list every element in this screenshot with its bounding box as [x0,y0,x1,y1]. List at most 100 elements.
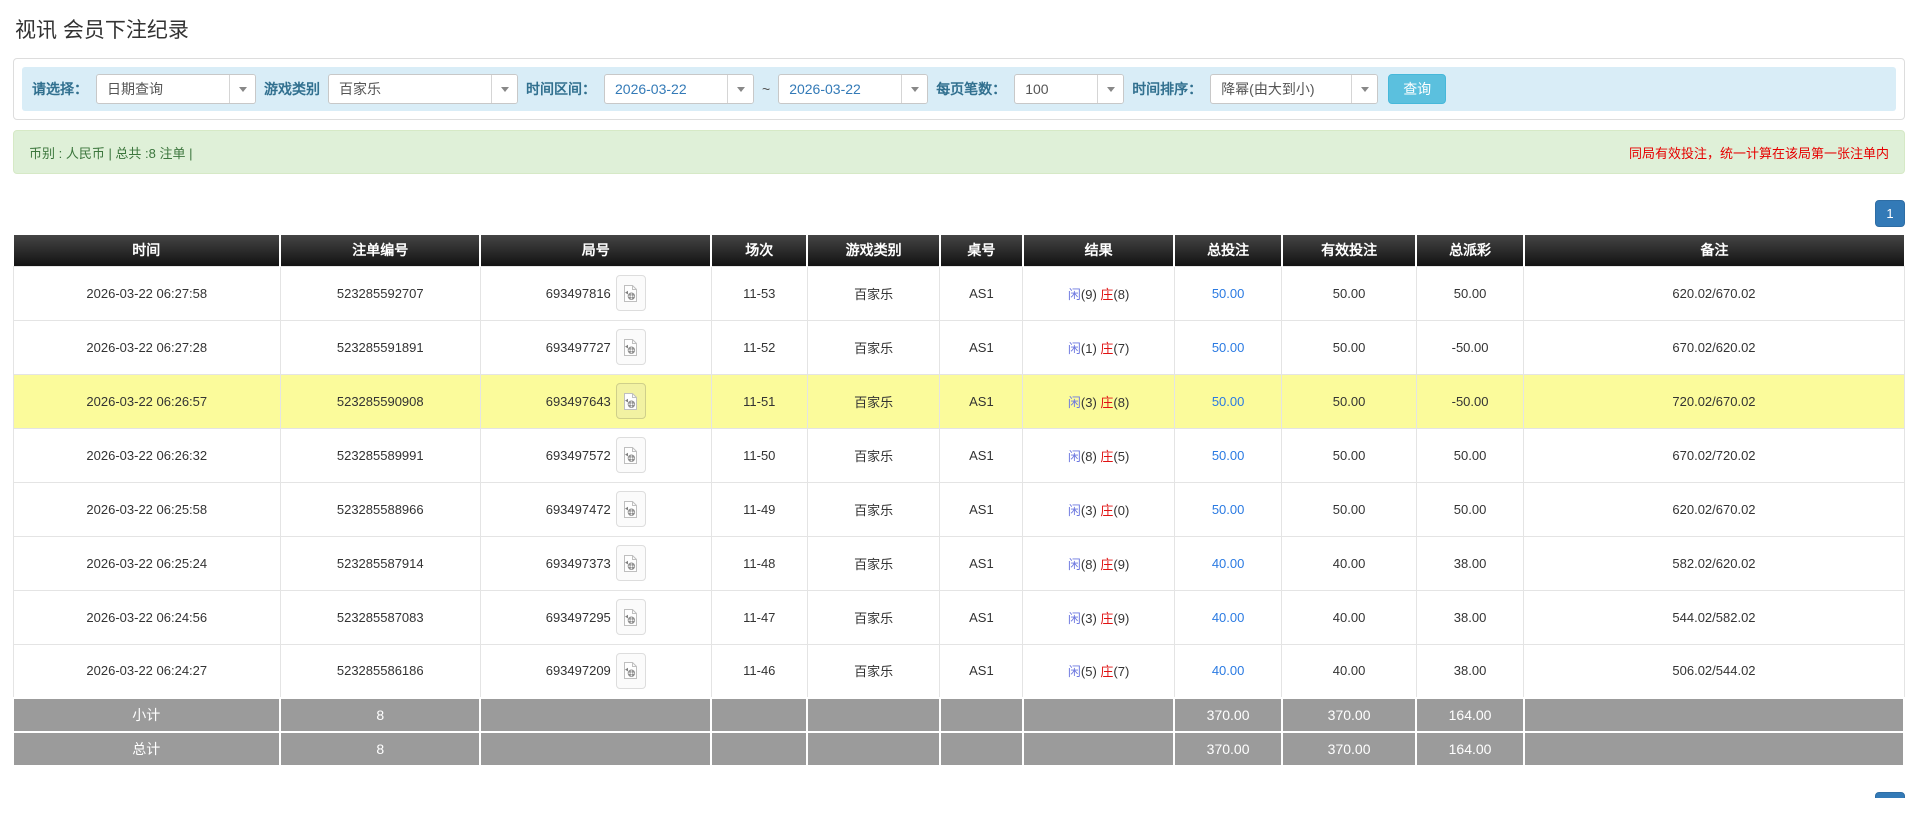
cell-total-payout: 38.00 [1416,644,1524,698]
subtotal-row-result [1023,698,1174,732]
column-header-session: 场次 [711,235,807,266]
round-id-wrap: 693497727 [481,321,711,374]
video-record-button[interactable] [616,545,646,581]
video-record-button[interactable] [616,437,646,473]
banker-result: 庄 [1100,449,1113,464]
subtotal-row-table-no [940,698,1023,732]
total-bet-link[interactable]: 50.00 [1212,448,1245,463]
cell-total-payout: -50.00 [1416,320,1524,374]
total-bet-link[interactable]: 40.00 [1212,663,1245,678]
cell-session: 11-48 [711,536,807,590]
cell-total-payout: 38.00 [1416,590,1524,644]
column-header-valid-bet: 有效投注 [1282,235,1416,266]
total-bet-link[interactable]: 50.00 [1212,502,1245,517]
cell-table-no: AS1 [940,320,1023,374]
round-id-value: 693497572 [546,448,611,463]
round-id-value: 693497472 [546,502,611,517]
round-id-value: 693497295 [546,610,611,625]
total-bet-link[interactable]: 50.00 [1212,286,1245,301]
video-record-icon [623,446,638,465]
cell-result: 闲(9) 庄(8) [1023,266,1174,320]
cell-bet-id: 523285587083 [280,590,480,644]
cell-total-payout: 38.00 [1416,536,1524,590]
total-bet-link[interactable]: 50.00 [1212,340,1245,355]
grand-total-row-game-type [807,732,939,766]
column-header-time: 时间 [14,235,281,266]
cell-total-payout: -50.00 [1416,374,1524,428]
cell-game-type: 百家乐 [807,482,939,536]
date-from-select[interactable]: 2026-03-22 [604,74,754,104]
grand-total-row: 总计8370.00370.00164.00 [14,732,1905,766]
page-button-1[interactable]: 1 [1875,200,1905,227]
cell-game-type: 百家乐 [807,644,939,698]
cell-time: 2026-03-22 06:27:58 [14,266,281,320]
grand-total-row-session [711,732,807,766]
video-record-button[interactable] [616,491,646,527]
table-row: 2026-03-22 06:27:58523285592707693497816… [14,266,1905,320]
table-row: 2026-03-22 06:26:57523285590908693497643… [14,374,1905,428]
grand-total-row-table-no [940,732,1023,766]
table-row: 2026-03-22 06:25:58523285588966693497472… [14,482,1905,536]
player-points: (8) [1081,449,1101,464]
grand-total-row-time: 总计 [14,732,281,766]
round-id-value: 693497727 [546,340,611,355]
video-record-icon [623,338,638,357]
player-points: (1) [1081,341,1101,356]
sort-order-select[interactable]: 降幂(由大到小) [1210,74,1378,104]
cell-round-id: 693497727 [480,320,711,374]
player-result: 闲 [1068,341,1081,356]
video-record-button[interactable] [616,383,646,419]
video-record-button[interactable] [616,275,646,311]
cell-round-id: 693497209 [480,644,711,698]
banker-result: 庄 [1100,503,1113,518]
page-size-select[interactable]: 100 [1014,74,1124,104]
cell-table-no: AS1 [940,644,1023,698]
video-record-button[interactable] [616,329,646,365]
cell-session: 11-52 [711,320,807,374]
column-header-result: 结果 [1023,235,1174,266]
cell-remark: 544.02/582.02 [1524,590,1904,644]
column-header-total-bet: 总投注 [1174,235,1282,266]
summary-note: 同局有效投注，统一计算在该局第一张注单内 [1629,143,1889,162]
subtotal-row: 小计8370.00370.00164.00 [14,698,1905,732]
game-type-select[interactable]: 百家乐 [328,74,518,104]
subtotal-row-bet-id: 8 [280,698,480,732]
query-type-select[interactable]: 日期查询 [96,74,256,104]
player-points: (5) [1081,664,1101,679]
cell-table-no: AS1 [940,482,1023,536]
cell-bet-id: 523285590908 [280,374,480,428]
cell-remark: 670.02/620.02 [1524,320,1904,374]
cell-bet-id: 523285589991 [280,428,480,482]
cell-total-bet: 50.00 [1174,482,1282,536]
player-points: (9) [1081,287,1101,302]
query-button[interactable]: 查询 [1388,74,1446,104]
query-type-label: 请选择： [32,79,88,99]
video-record-button[interactable] [616,653,646,689]
chevron-down-icon [727,75,753,103]
filter-bar: 请选择： 日期查询 游戏类别 百家乐 时间区间： 2026-03-22 ~ 20… [22,67,1896,111]
total-bet-link[interactable]: 50.00 [1212,394,1245,409]
cell-table-no: AS1 [940,590,1023,644]
page-button-1-bottom[interactable]: 1 [1875,792,1905,798]
cell-game-type: 百家乐 [807,428,939,482]
video-record-icon [623,392,638,411]
video-record-icon [623,500,638,519]
round-id-wrap: 693497209 [481,645,711,698]
date-from-value: 2026-03-22 [605,81,727,97]
video-record-button[interactable] [616,599,646,635]
cell-session: 11-49 [711,482,807,536]
cell-bet-id: 523285588966 [280,482,480,536]
table-row: 2026-03-22 06:24:56523285587083693497295… [14,590,1905,644]
cell-round-id: 693497572 [480,428,711,482]
date-to-select[interactable]: 2026-03-22 [778,74,928,104]
video-record-icon [623,554,638,573]
cell-game-type: 百家乐 [807,536,939,590]
cell-table-no: AS1 [940,374,1023,428]
grand-total-row-round-id [480,732,711,766]
grand-total-row-remark [1524,732,1904,766]
date-to-value: 2026-03-22 [779,81,901,97]
banker-points: (7) [1113,664,1129,679]
total-bet-link[interactable]: 40.00 [1212,556,1245,571]
total-bet-link[interactable]: 40.00 [1212,610,1245,625]
banker-points: (5) [1113,449,1129,464]
